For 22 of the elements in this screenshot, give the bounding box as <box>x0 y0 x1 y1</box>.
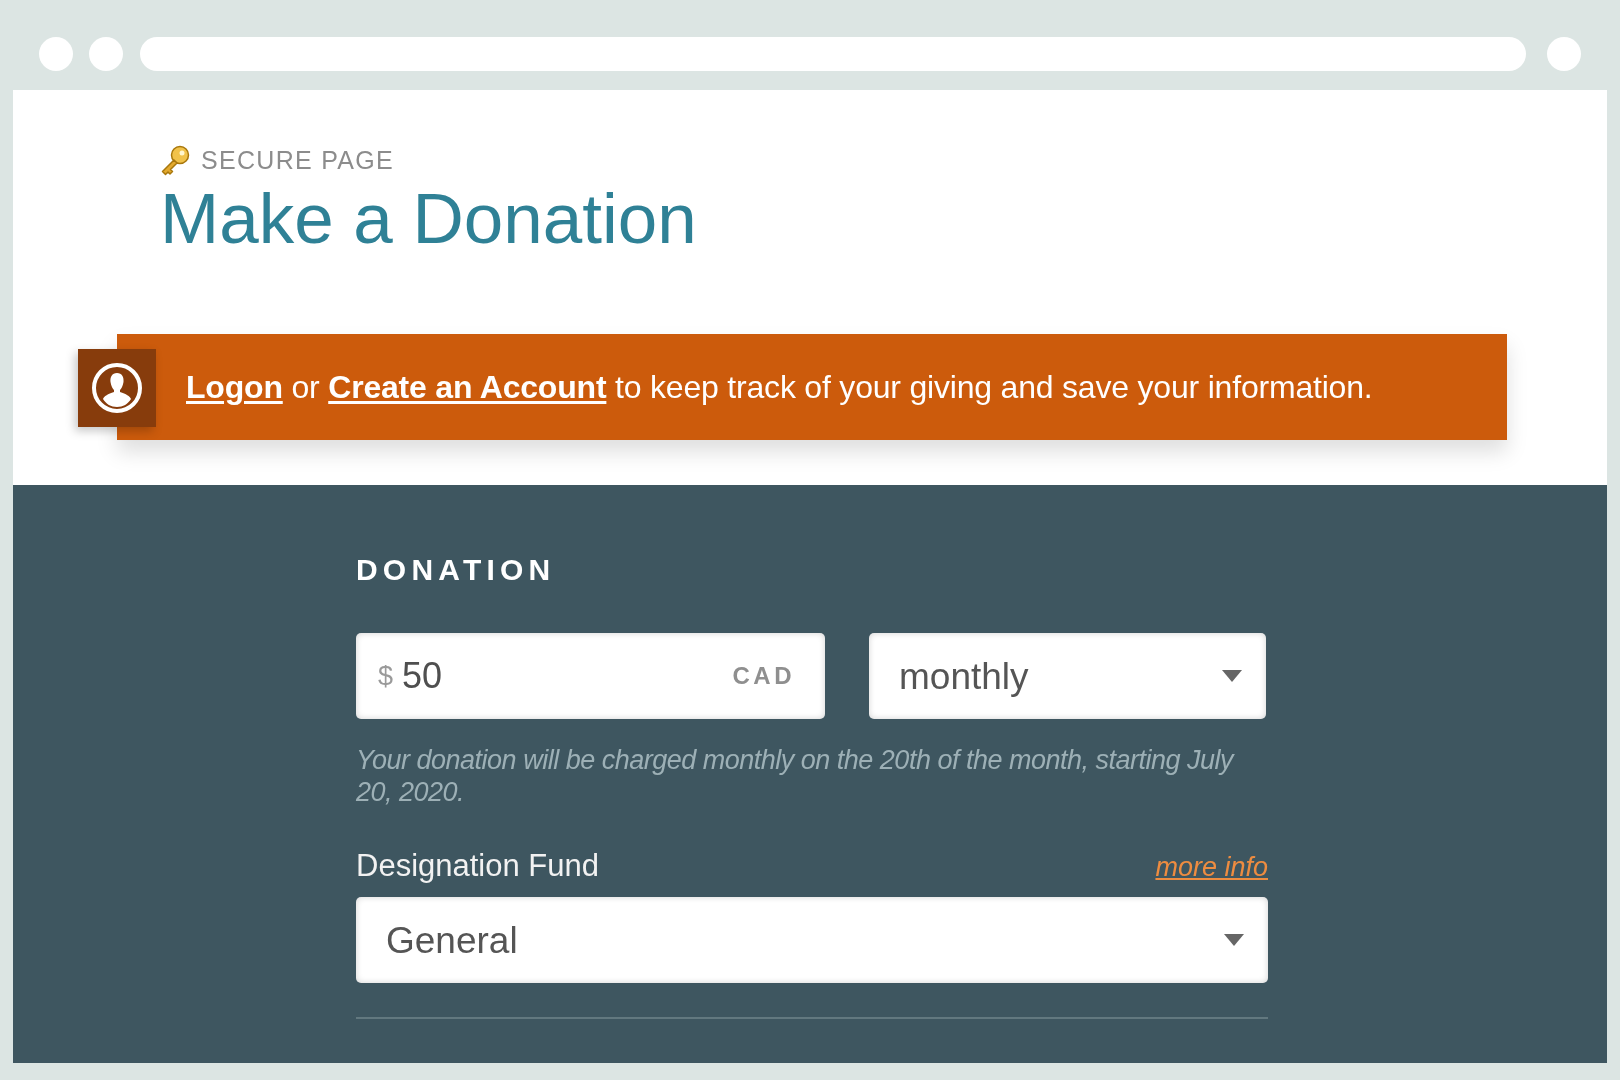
currency-symbol: $ <box>378 662 394 690</box>
field-label: Designation Fund <box>356 850 599 881</box>
amount-input[interactable]: 50 <box>402 655 463 697</box>
page-title: Make a Donation <box>160 183 697 254</box>
caret-icon <box>1224 934 1244 946</box>
caret-icon <box>1222 670 1242 682</box>
window-dot-icon <box>1547 37 1581 71</box>
schedule-note: Your donation will be charged monthly on the 20th of the month, starting July 20, 2020. <box>356 744 1236 808</box>
window-dot-icon <box>89 37 123 71</box>
banner-link[interactable]: Create an Account <box>328 368 607 405</box>
window-dot-icon <box>39 37 73 71</box>
fund-select[interactable]: General <box>356 897 1268 983</box>
address-bar[interactable] <box>140 37 1526 71</box>
currency-code: CAD <box>732 664 795 688</box>
user-icon <box>78 349 156 427</box>
banner-link[interactable]: Logon <box>186 368 283 405</box>
amount-field[interactable]: $ 50 CAD <box>356 633 825 719</box>
section-heading: DONATION <box>356 555 556 585</box>
secure-page-label: SECURE PAGE <box>201 148 395 173</box>
key-icon <box>160 145 190 176</box>
banner-message: Logon or Create an Account to keep track of your giving and save your information. <box>186 367 1373 407</box>
frequency-select[interactable]: monthly <box>869 633 1266 719</box>
